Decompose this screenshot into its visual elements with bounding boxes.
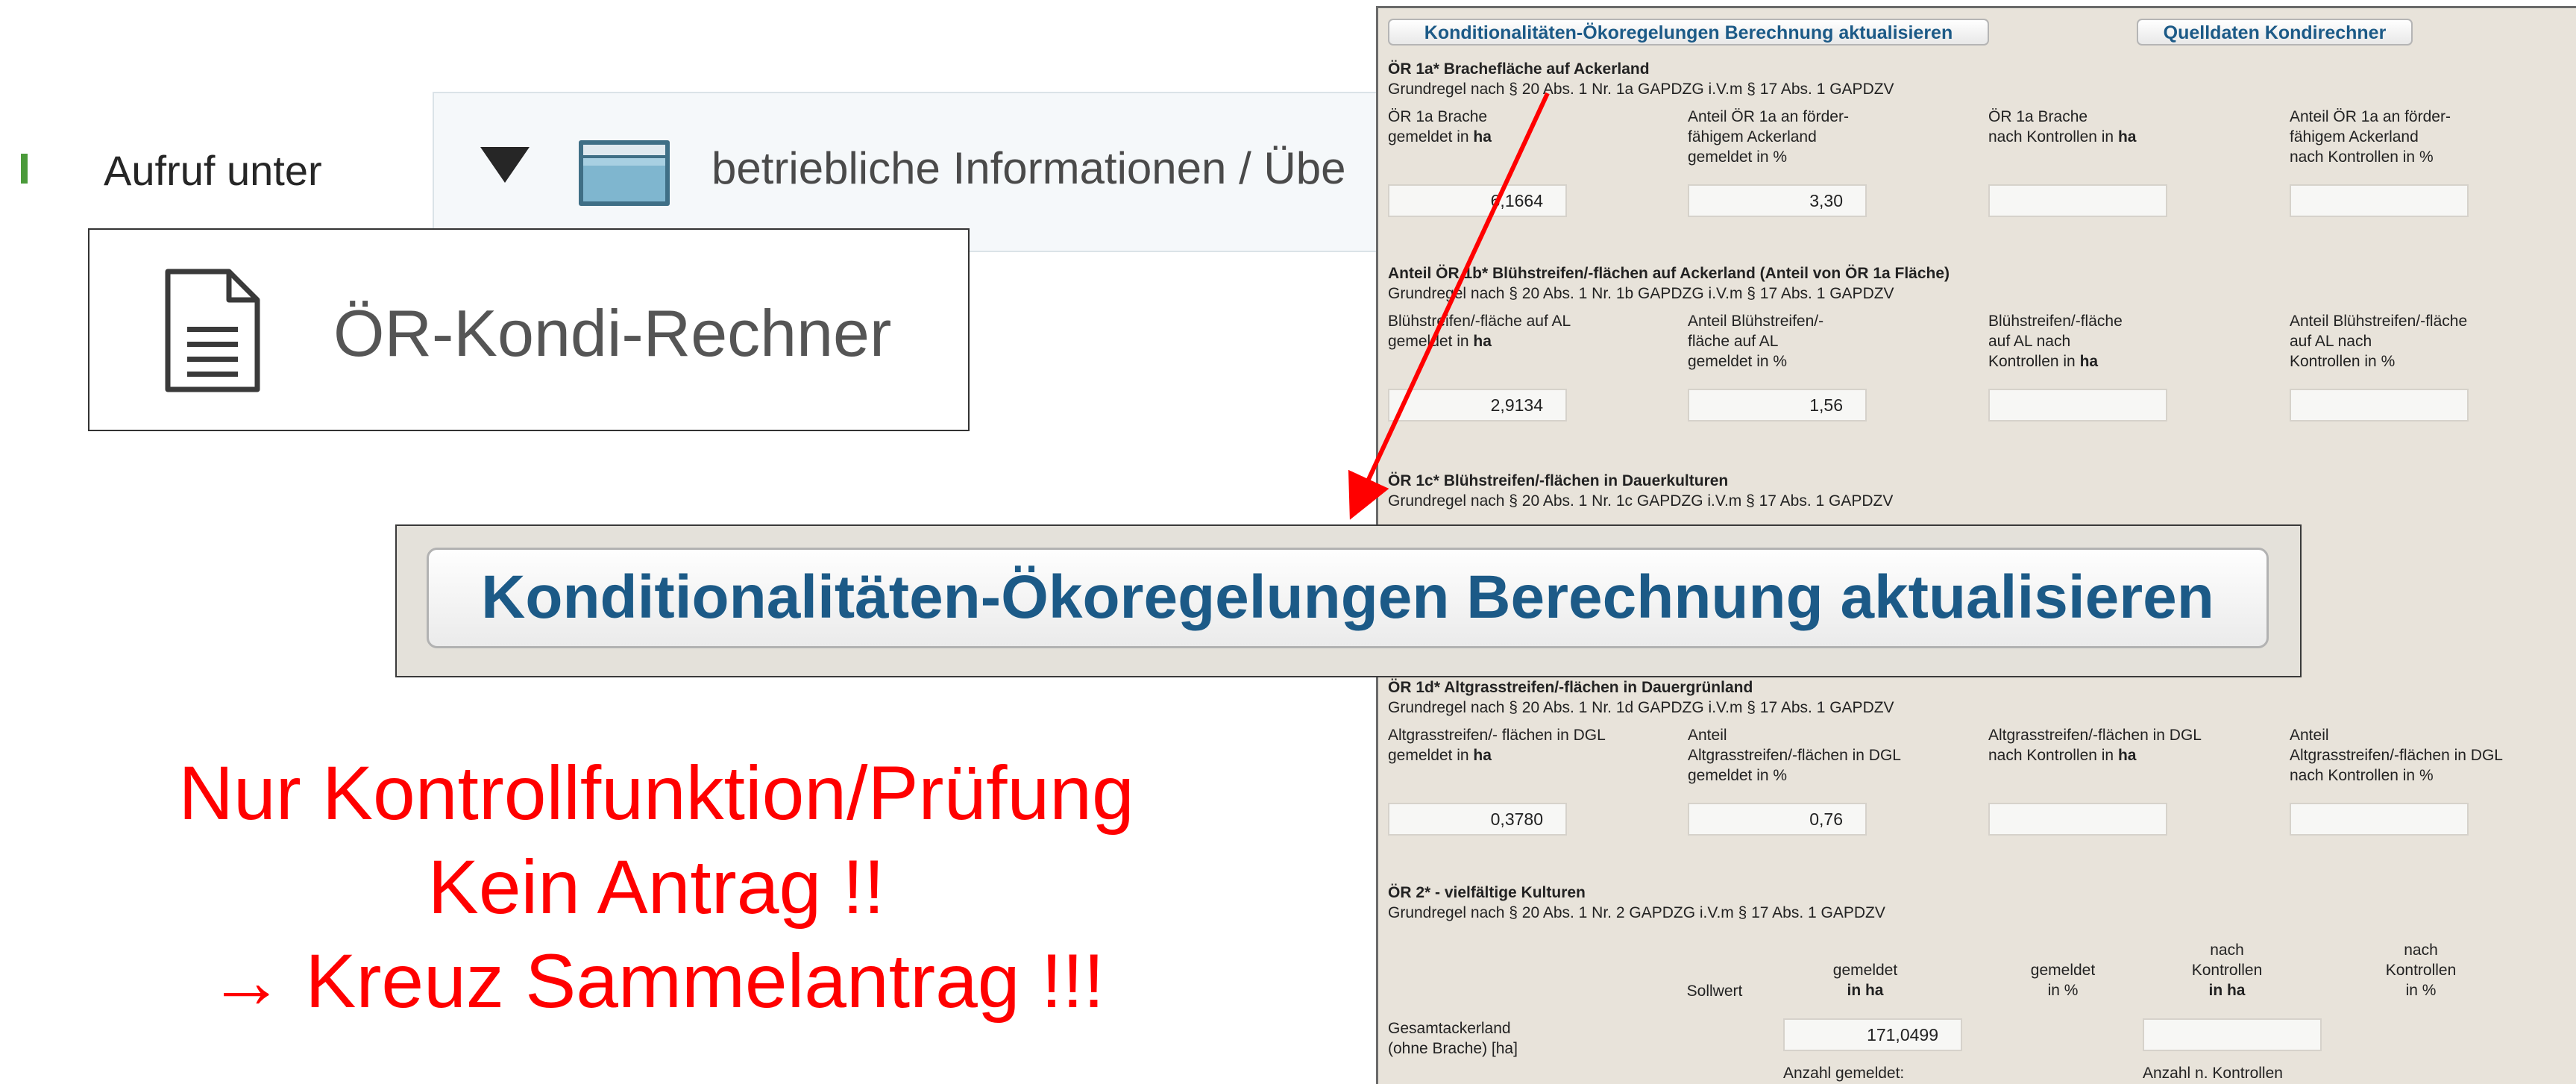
note-line-3: → Kreuz Sammelantrag !!! [208,939,1105,1024]
anzahl-gemeldet-label: Anzahl gemeldet: [1783,1065,1905,1082]
value-field: 0,76 [1688,803,1867,836]
section-title: ÖR 2* - vielfältige Kulturen [1388,884,1586,901]
value-field: 2,9134 [1388,389,1567,422]
value-field [1988,803,2167,836]
section-subtitle: Grundregel nach § 20 Abs. 1 Nr. 1c GAPDZ… [1388,492,1894,510]
source-data-button[interactable]: Quelldaten Kondirechner [2137,19,2413,46]
column-header: Altgrasstreifen/- flächen in DGL gemelde… [1388,727,1606,764]
column-header: ÖR 1a Brache gemeldet in ha [1388,108,1492,145]
column-header: Anteil Blühstreifen/-fläche auf AL nach … [2290,313,2468,370]
value-field [1988,389,2167,422]
folder-icon [579,140,670,206]
column-header: Blühstreifen/-fläche auf AL gemeldet in … [1388,313,1571,350]
oer-2-table: Sollwert gemeldet in ha gemeldet in % na… [1388,933,2576,1083]
section-oer-1a: ÖR 1a* Brachefläche auf Ackerland Grundr… [1388,59,2576,222]
anzahl-kontrollen-label: Anzahl n. Kontrollen [2143,1065,2283,1082]
section-title: ÖR 1a* Brachefläche auf Ackerland [1388,60,1650,78]
value-field [2290,184,2469,217]
update-calculation-button[interactable]: Konditionalitäten-Ökoregelungen Berechnu… [1388,19,1989,46]
value-field [2143,1018,2322,1051]
value-field [2290,389,2469,422]
column-header: Anteil Blühstreifen/- fläche auf AL geme… [1688,313,1824,370]
section-oer-1d: ÖR 1d* Altgrasstreifen/-flächen in Dauer… [1388,677,2576,840]
section-subtitle: Grundregel nach § 20 Abs. 1 Nr. 1d GAPDZ… [1388,699,1894,716]
document-icon [165,269,260,392]
column-header: ÖR 1a Brache nach Kontrollen in ha [1988,108,2137,145]
note-line-1: Nur Kontrollfunktion/Prüfung [178,751,1134,836]
section-title: ÖR 1d* Altgrasstreifen/-flächen in Dauer… [1388,679,1753,696]
value-field: 3,30 [1688,184,1867,217]
column-header: Altgrasstreifen/-flächen in DGL nach Kon… [1988,727,2202,764]
section-oer-1b: Anteil ÖR 1b* Blühstreifen/-flächen auf … [1388,263,2576,426]
section-subtitle: Grundregel nach § 20 Abs. 1 Nr. 2 GAPDZG… [1388,904,1885,921]
value-field: 171,0499 [1783,1018,1962,1051]
menu-item-kondi-rechner[interactable]: ÖR-Kondi-Rechner [88,228,970,431]
section-subtitle: Grundregel nach § 20 Abs. 1 Nr. 1b GAPDZ… [1388,285,1894,302]
column-header: Blühstreifen/-fläche auf AL nach Kontrol… [1988,313,2123,370]
value-field [1988,184,2167,217]
section-title: ÖR 1c* Blühstreifen/-flächen in Dauerkul… [1388,472,1729,489]
column-header: Anteil ÖR 1a an förder- fähigem Ackerlan… [2290,108,2451,166]
bullet-text: Aufruf unter [104,147,322,194]
value-field: 1,56 [1688,389,1867,422]
section-subtitle: Grundregel nach § 20 Abs. 1 Nr. 1a GAPDZ… [1388,81,1894,98]
column-header: Anteil Altgrasstreifen/-flächen in DGL g… [1688,727,1901,784]
bullet-marker [21,154,28,184]
zoomed-update-button[interactable]: Konditionalitäten-Ökoregelungen Berechnu… [427,548,2269,648]
section-oer-2: ÖR 2* - vielfältige Kulturen Grundregel … [1388,883,2576,923]
header-gemeldet-ha: gemeldet in ha [1832,962,1898,999]
column-header: Anteil ÖR 1a an förder- fähigem Ackerlan… [1688,108,1849,166]
value-field [2290,803,2469,836]
section-oer-1c: ÖR 1c* Blühstreifen/-flächen in Dauerkul… [1388,471,2576,511]
header-kontrollen-pct: nach Kontrollen in % [2385,942,2457,999]
note-line-2: Kein Antrag !! [427,845,885,930]
row-label: Gesamtackerland (ohne Brache) [ha] [1388,1020,1518,1057]
menu-item-label: ÖR-Kondi-Rechner [333,296,892,370]
header-gemeldet-pct: gemeldet in % [2030,962,2096,999]
column-header: Anteil Altgrasstreifen/-flächen in DGL n… [2290,727,2503,784]
header-sollwert: Sollwert [1686,983,1743,1000]
header-kontrollen-ha: nach Kontrollen in ha [2191,942,2263,999]
red-note: Nur Kontrollfunktion/Prüfung Kein Antrag… [30,746,1283,1028]
value-field: 0,3780 [1388,803,1567,836]
zoom-overlay: Konditionalitäten-Ökoregelungen Berechnu… [395,524,2302,677]
nav-folder-label: betriebliche Informationen / Übe [711,143,1346,193]
section-title: Anteil ÖR 1b* Blühstreifen/-flächen auf … [1388,265,1950,282]
value-field: 6,1664 [1388,184,1567,217]
triangle-down-icon[interactable] [480,147,530,183]
